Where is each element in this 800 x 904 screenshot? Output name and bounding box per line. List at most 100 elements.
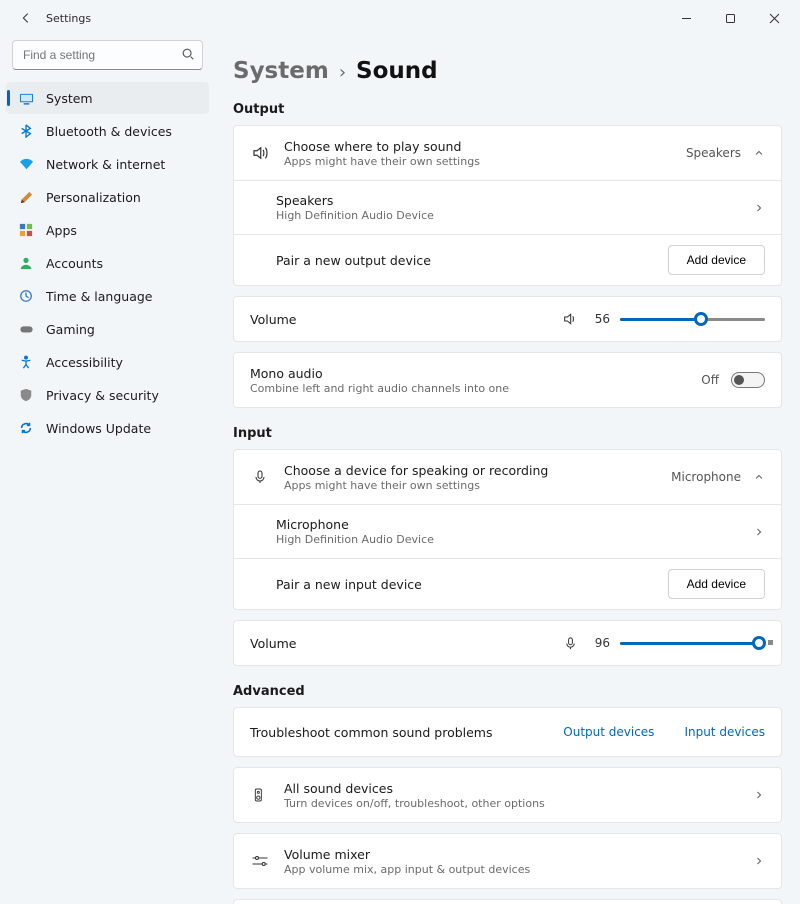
section-title-input: Input <box>233 426 782 441</box>
titlebar: Settings <box>0 0 800 36</box>
nav-label: System <box>46 91 93 106</box>
speaker-icon[interactable] <box>562 311 578 327</box>
input-volume-row: Volume 96 <box>234 621 781 665</box>
row-subtitle: Apps might have their own settings <box>284 155 672 168</box>
minimize-button[interactable] <box>664 2 708 34</box>
nav-item-bluetooth[interactable]: Bluetooth & devices <box>6 115 209 147</box>
chevron-right-icon: › <box>339 62 346 83</box>
output-pair-row: Pair a new output device Add device <box>234 234 781 285</box>
output-volume-row: Volume 56 <box>234 297 781 341</box>
microphone-icon[interactable] <box>563 636 578 651</box>
output-volume-slider[interactable] <box>620 310 765 328</box>
more-sound-settings-card[interactable]: More sound settings <box>233 899 782 904</box>
row-subtitle: High Definition Audio Device <box>276 533 739 546</box>
nav-label: Windows Update <box>46 421 151 436</box>
maximize-button[interactable] <box>708 2 752 34</box>
bluetooth-icon <box>18 123 34 139</box>
nav-label: Personalization <box>46 190 141 205</box>
time-icon <box>18 288 34 304</box>
troubleshoot-input-link[interactable]: Input devices <box>684 725 765 739</box>
nav-item-accessibility[interactable]: Accessibility <box>6 346 209 378</box>
nav-label: Accessibility <box>46 355 123 370</box>
speaker-icon <box>250 144 270 162</box>
row-title: Choose a device for speaking or recordin… <box>284 463 657 478</box>
back-button[interactable] <box>14 6 38 30</box>
row-title: Troubleshoot common sound problems <box>250 725 549 740</box>
row-title: Microphone <box>276 517 739 532</box>
input-volume-card: Volume 96 <box>233 620 782 666</box>
input-device-card: Choose a device for speaking or recordin… <box>233 449 782 610</box>
nav-list: System Bluetooth & devices Network & int… <box>6 82 209 444</box>
nav-label: Network & internet <box>46 157 165 172</box>
mono-audio-toggle[interactable] <box>731 372 765 388</box>
app-title: Settings <box>46 12 91 25</box>
chevron-right-icon <box>753 789 765 801</box>
row-title: All sound devices <box>284 781 739 796</box>
input-choose-row[interactable]: Choose a device for speaking or recordin… <box>234 450 781 504</box>
breadcrumb-current: Sound <box>356 58 438 84</box>
section-title-advanced: Advanced <box>233 684 782 699</box>
output-device-card: Choose where to play sound Apps might ha… <box>233 125 782 286</box>
add-output-device-button[interactable]: Add device <box>668 245 765 275</box>
sidebar: System Bluetooth & devices Network & int… <box>0 36 215 904</box>
nav-label: Bluetooth & devices <box>46 124 172 139</box>
breadcrumb: System › Sound <box>233 58 782 84</box>
devices-icon <box>250 787 270 803</box>
chevron-right-icon <box>753 855 765 867</box>
input-pair-row: Pair a new input device Add device <box>234 558 781 609</box>
microphone-icon <box>250 469 270 485</box>
toggle-state: Off <box>701 373 719 387</box>
row-subtitle: App volume mix, app input & output devic… <box>284 863 739 876</box>
row-title: Mono audio <box>250 366 687 381</box>
mono-audio-card: Mono audio Combine left and right audio … <box>233 352 782 408</box>
nav-item-update[interactable]: Windows Update <box>6 412 209 444</box>
all-sound-devices-card[interactable]: All sound devices Turn devices on/off, t… <box>233 767 782 823</box>
nav-item-accounts[interactable]: Accounts <box>6 247 209 279</box>
nav-item-network[interactable]: Network & internet <box>6 148 209 180</box>
row-subtitle: Apps might have their own settings <box>284 479 657 492</box>
input-volume-slider[interactable] <box>620 634 765 652</box>
output-device-speakers[interactable]: Speakers High Definition Audio Device <box>234 180 781 234</box>
output-choose-row[interactable]: Choose where to play sound Apps might ha… <box>234 126 781 180</box>
nav-label: Apps <box>46 223 77 238</box>
row-title: Volume mixer <box>284 847 739 862</box>
volume-mixer-card[interactable]: Volume mixer App volume mix, app input &… <box>233 833 782 889</box>
output-volume-card: Volume 56 <box>233 296 782 342</box>
row-subtitle: Turn devices on/off, troubleshoot, other… <box>284 797 739 810</box>
volume-value: 96 <box>588 636 610 650</box>
add-input-device-button[interactable]: Add device <box>668 569 765 599</box>
gaming-icon <box>18 321 34 337</box>
nav-label: Time & language <box>46 289 152 304</box>
troubleshoot-card: Troubleshoot common sound problems Outpu… <box>233 707 782 757</box>
nav-label: Gaming <box>46 322 95 337</box>
accessibility-icon <box>18 354 34 370</box>
search-box[interactable] <box>12 40 203 70</box>
input-device-microphone[interactable]: Microphone High Definition Audio Device <box>234 504 781 558</box>
privacy-icon <box>18 387 34 403</box>
mixer-icon <box>250 853 270 869</box>
troubleshoot-output-link[interactable]: Output devices <box>563 725 654 739</box>
chevron-right-icon <box>753 526 765 538</box>
mono-audio-row[interactable]: Mono audio Combine left and right audio … <box>234 353 781 407</box>
breadcrumb-parent[interactable]: System <box>233 58 329 84</box>
chevron-up-icon <box>753 147 765 159</box>
row-title: Pair a new input device <box>276 577 654 592</box>
volume-value: 56 <box>588 312 610 326</box>
search-input[interactable] <box>12 40 203 70</box>
nav-item-personalization[interactable]: Personalization <box>6 181 209 213</box>
input-selected-value: Microphone <box>671 470 741 484</box>
nav-item-system[interactable]: System <box>6 82 209 114</box>
nav-item-gaming[interactable]: Gaming <box>6 313 209 345</box>
nav-item-apps[interactable]: Apps <box>6 214 209 246</box>
row-title: Volume <box>250 636 549 651</box>
accounts-icon <box>18 255 34 271</box>
chevron-right-icon <box>753 202 765 214</box>
nav-item-time[interactable]: Time & language <box>6 280 209 312</box>
network-icon <box>18 156 34 172</box>
personalization-icon <box>18 189 34 205</box>
row-title: Speakers <box>276 193 739 208</box>
nav-item-privacy[interactable]: Privacy & security <box>6 379 209 411</box>
close-button[interactable] <box>752 2 796 34</box>
row-title: Volume <box>250 312 548 327</box>
nav-label: Accounts <box>46 256 103 271</box>
